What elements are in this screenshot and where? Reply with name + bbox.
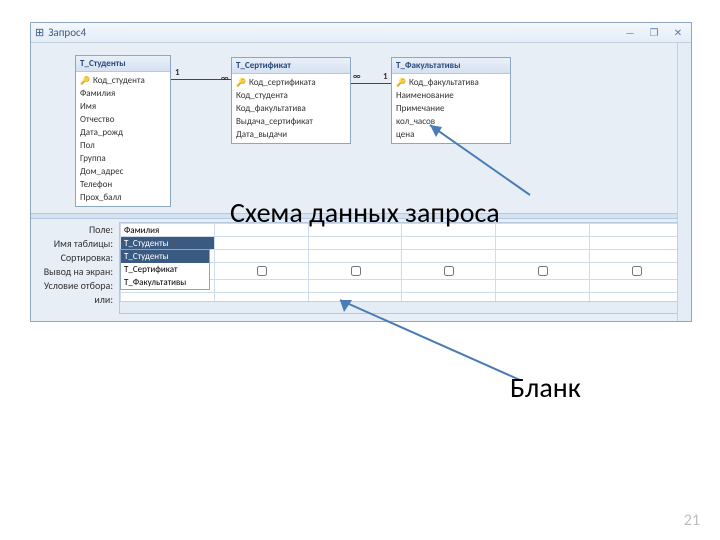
window-title: Запрос4 [48, 26, 86, 39]
field-row[interactable]: 🔑Код_факультатива [396, 76, 506, 89]
table-caption: Т_Студенты [76, 56, 170, 72]
grid-label-table: Имя таблицы: [31, 237, 113, 251]
show-checkbox[interactable] [351, 266, 361, 276]
grid-cell[interactable] [214, 250, 308, 263]
table-caption: Т_Факультативы [392, 58, 510, 74]
show-checkbox[interactable] [257, 266, 267, 276]
page-number: 21 [684, 511, 700, 530]
field-row[interactable]: Дом_адрес [80, 165, 166, 178]
grid-cell[interactable] [308, 237, 402, 250]
maximize-button[interactable]: ❐ [645, 26, 663, 39]
grid-cell[interactable] [590, 250, 684, 263]
vertical-scrollbar[interactable] [677, 43, 691, 321]
grid-label-criteria: Условие отбора: [31, 279, 113, 293]
dropdown-option[interactable]: Т_Факультативы [121, 276, 209, 289]
table-caption: Т_Сертификат [232, 58, 350, 74]
grid-cell-field[interactable]: Фамилия [121, 224, 215, 237]
grid-cell[interactable] [214, 237, 308, 250]
close-button[interactable]: ✕ [669, 26, 687, 39]
grid-cell[interactable] [214, 280, 308, 293]
query-designer-window: ⊞ Запрос4 — ❐ ✕ Т_Студенты 🔑Код_студента… [30, 22, 692, 322]
field-row[interactable]: 🔑Код_сертификата [236, 76, 346, 89]
field-row[interactable]: Дата_рожд [80, 126, 166, 139]
callout-schema: Схема данных запроса [230, 195, 500, 230]
field-row[interactable]: Телефон [80, 178, 166, 191]
dropdown-option[interactable]: Т_Студенты [121, 250, 209, 263]
query-icon: ⊞ [35, 26, 44, 39]
grid-cell[interactable] [496, 237, 590, 250]
grid-cell[interactable] [402, 237, 496, 250]
grid-label-show: Вывод на экран: [31, 265, 113, 279]
relation-many: ∞ [353, 71, 361, 82]
grid-cell[interactable] [590, 237, 684, 250]
grid-cell[interactable] [496, 250, 590, 263]
key-icon: 🔑 [80, 76, 90, 86]
show-checkbox[interactable] [632, 266, 642, 276]
field-row[interactable]: Дата_выдачи [236, 128, 346, 141]
grid-label-field: Поле: [31, 223, 113, 237]
dropdown-option[interactable]: Т_Сертификат [121, 263, 209, 276]
grid-cell[interactable] [496, 224, 590, 237]
grid-cell[interactable] [590, 280, 684, 293]
relation-one: 1 [175, 67, 180, 78]
relation-one: 1 [383, 71, 388, 82]
key-icon: 🔑 [396, 78, 406, 88]
field-row[interactable]: Отчество [80, 113, 166, 126]
show-checkbox[interactable] [538, 266, 548, 276]
field-row[interactable]: 🔑Код_студента [80, 74, 166, 87]
relation-many: ∞ [221, 73, 229, 84]
field-row[interactable]: Код_студента [236, 89, 346, 102]
field-row[interactable]: Выдача_сертификат [236, 115, 346, 128]
table-students[interactable]: Т_Студенты 🔑Код_студента Фамилия Имя Отч… [75, 55, 171, 207]
table-certificate[interactable]: Т_Сертификат 🔑Код_сертификата Код_студен… [231, 57, 351, 144]
callout-arrow-icon [330, 290, 530, 390]
field-row[interactable]: Имя [80, 100, 166, 113]
field-row[interactable]: Прох_балл [80, 191, 166, 204]
grid-cell[interactable] [308, 250, 402, 263]
callout-blank: Бланк [510, 370, 581, 405]
grid-cell[interactable] [402, 250, 496, 263]
callout-arrow-icon [420, 115, 540, 205]
grid-cell[interactable] [590, 224, 684, 237]
field-row[interactable]: Пол [80, 139, 166, 152]
field-row[interactable]: Фамилия [80, 87, 166, 100]
field-row[interactable]: Код_факультатива [236, 102, 346, 115]
relation-line[interactable] [351, 83, 391, 84]
minimize-button[interactable]: — [621, 26, 639, 39]
grid-label-or: или: [31, 293, 113, 307]
schema-pane[interactable]: Т_Студенты 🔑Код_студента Фамилия Имя Отч… [31, 43, 691, 213]
field-row[interactable]: Наименование [396, 89, 506, 102]
grid-cell-table-dropdown[interactable]: Т_Студенты [121, 237, 215, 250]
titlebar: ⊞ Запрос4 — ❐ ✕ [31, 23, 691, 43]
field-row[interactable]: Примечание [396, 102, 506, 115]
show-checkbox[interactable] [444, 266, 454, 276]
field-row[interactable]: Группа [80, 152, 166, 165]
grid-label-sort: Сортировка: [31, 251, 113, 265]
key-icon: 🔑 [236, 78, 246, 88]
